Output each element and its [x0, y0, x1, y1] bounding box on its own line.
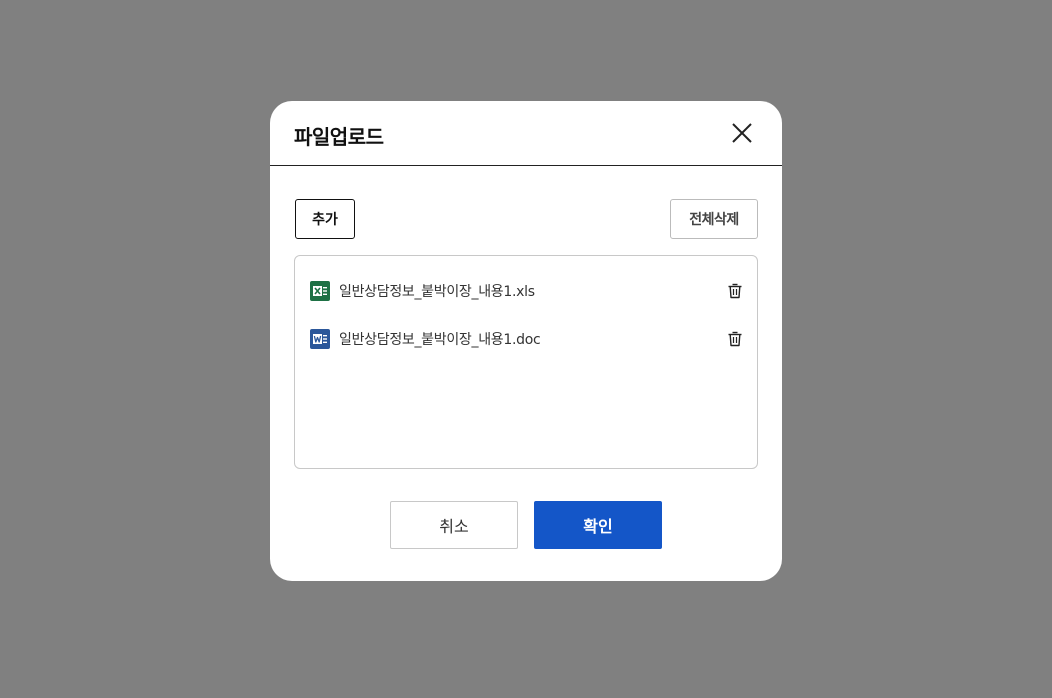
file-upload-dialog: 파일업로드 추가 전체삭제 일반상담정보_붙박이장_내용1.xls 일반상담정보…: [270, 101, 782, 581]
delete-file-button[interactable]: [726, 282, 744, 300]
delete-all-button[interactable]: 전체삭제: [670, 199, 758, 239]
trash-icon: [728, 331, 742, 347]
add-file-button[interactable]: 추가: [295, 199, 355, 239]
dialog-title: 파일업로드: [294, 125, 384, 149]
confirm-button[interactable]: 확인: [534, 501, 662, 549]
close-button[interactable]: [730, 121, 754, 145]
file-name: 일반상담정보_붙박이장_내용1.doc: [339, 332, 541, 348]
file-list-item: 일반상담정보_붙박이장_내용1.doc: [310, 328, 744, 350]
delete-file-button[interactable]: [726, 330, 744, 348]
file-list-item: 일반상담정보_붙박이장_내용1.xls: [310, 280, 744, 302]
file-list: 일반상담정보_붙박이장_내용1.xls 일반상담정보_붙박이장_내용1.doc: [294, 255, 758, 469]
word-file-icon: [310, 329, 330, 349]
dialog-header: 파일업로드: [270, 101, 782, 166]
trash-icon: [728, 283, 742, 299]
close-icon: [732, 123, 752, 143]
cancel-button[interactable]: 취소: [390, 501, 518, 549]
excel-file-icon: [310, 281, 330, 301]
file-name: 일반상담정보_붙박이장_내용1.xls: [339, 284, 535, 300]
